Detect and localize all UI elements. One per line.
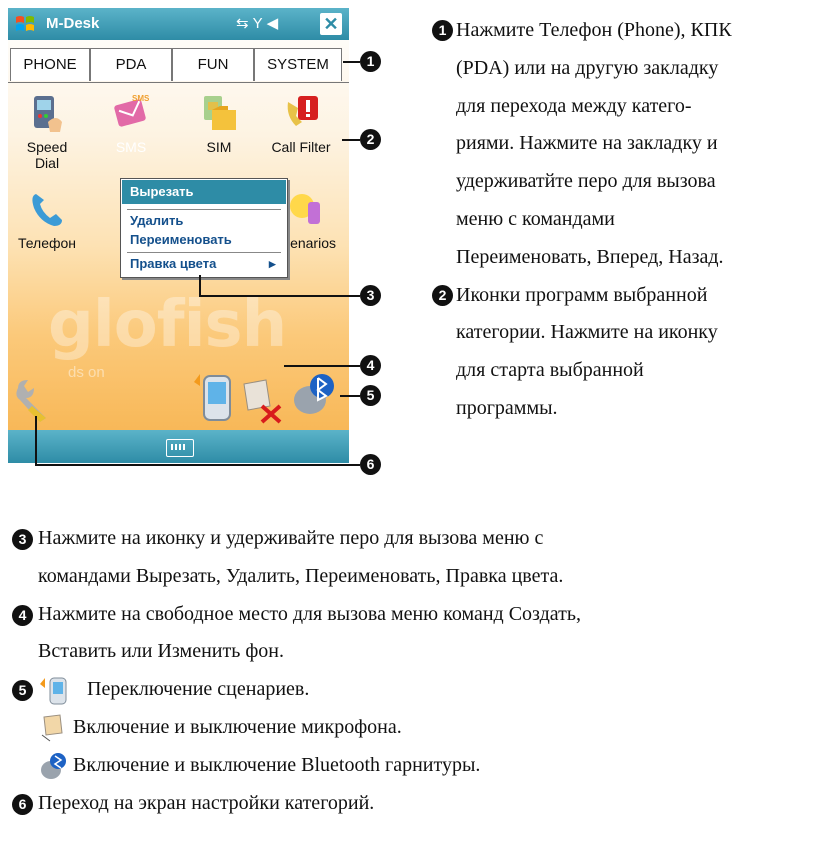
app-label: SIM	[206, 139, 232, 155]
close-button[interactable]: ✕	[320, 13, 342, 35]
scenarios-icon	[290, 194, 320, 224]
description-item: Включение и выключение микрофона.	[12, 709, 822, 747]
text-line: Переход на экран настройки категорий.	[38, 791, 375, 814]
volume-icon[interactable]: ◀	[267, 15, 283, 32]
menu-item-cut[interactable]: Вырезать	[122, 180, 286, 204]
call-filter-icon	[287, 96, 318, 126]
app-title: M-Desk	[46, 15, 100, 32]
callout-number: 6	[360, 454, 381, 475]
item-number: 4	[12, 604, 33, 626]
app-sim[interactable]: SIM	[184, 92, 254, 155]
callout-number: 1	[360, 51, 381, 72]
title-bar: M-Desk ⇆Y◀ ✕	[8, 8, 349, 40]
tab-system[interactable]: SYSTEM	[254, 48, 342, 81]
context-menu: Вырезать Удалить Переименовать Правка цв…	[120, 178, 288, 278]
callout-number: 2	[360, 129, 381, 150]
bluetooth-headset-icon	[41, 753, 66, 780]
item-number: 2	[432, 284, 453, 306]
watermark-sub: ds on	[68, 364, 105, 381]
text-line: программы.	[456, 396, 558, 419]
app-label: Телефон	[17, 235, 77, 251]
scenario-switch-icon[interactable]	[190, 370, 238, 424]
text-line: категории. Нажмите на иконку	[456, 321, 718, 344]
callout-number: 5	[360, 385, 381, 406]
app-label: SMS	[115, 139, 147, 155]
app-label: Call Filter	[271, 139, 331, 155]
description-item: 5 Переключение сценариев.	[12, 671, 822, 709]
app-label: Dial	[34, 155, 60, 171]
category-tabs: PHONE PDA FUN SYSTEM	[8, 48, 349, 83]
text-line: Включение и выключение Bluetooth гарниту…	[73, 753, 481, 776]
submenu-arrow-icon: ▸	[269, 256, 276, 271]
sim-icon	[204, 96, 236, 130]
text-line: риями. Нажмите на закладку и	[456, 132, 718, 155]
text-line: командами Вырезать, Удалить, Переименова…	[38, 564, 564, 587]
text-line: Переименовать, Вперед, Назад.	[456, 245, 724, 268]
text-line: Нажмите на иконку и удерживайте перо для…	[38, 527, 544, 549]
sms-icon: SMS	[114, 94, 150, 127]
item-number: 1	[432, 20, 453, 41]
description-item: 4 Нажмите на свободное место для вызова …	[12, 596, 822, 634]
text-line: Нажмите на свободное место для вызова ме…	[38, 602, 581, 625]
windows-start-icon[interactable]	[14, 13, 36, 35]
watermark: glofish	[48, 288, 287, 362]
menu-item-edit-color[interactable]: Правка цвета	[130, 256, 216, 271]
menu-divider	[127, 252, 281, 253]
text-line: Нажмите Телефон (Phone), КПК	[456, 19, 732, 41]
bottom-description: 3 Нажмите на иконку и удерживайте перо д…	[12, 520, 822, 822]
description-item: 3 Нажмите на иконку и удерживайте перо д…	[12, 520, 822, 558]
microphone-icon[interactable]	[240, 378, 284, 424]
bluetooth-headset-icon[interactable]	[288, 370, 336, 422]
item-number: 5	[12, 680, 33, 702]
text-line: (PDA) или на другую закладку	[456, 56, 719, 79]
description-item: 6 Переход на экран настройки категорий.	[12, 785, 822, 823]
app-label: Speed	[26, 139, 68, 155]
text-line: для перехода между катего-	[456, 94, 692, 117]
microphone-icon	[41, 714, 63, 742]
text-line: удерживатйте перо для вызова	[456, 170, 716, 193]
menu-item-delete[interactable]: Удалить	[130, 213, 183, 228]
description-item: 2 Иконки программ выбранной категории. Н…	[432, 277, 824, 428]
svg-text:SMS: SMS	[132, 94, 150, 103]
connectivity-icon[interactable]: ⇆	[236, 15, 253, 32]
keyboard-icon[interactable]	[166, 439, 194, 457]
app-call-filter[interactable]: Call Filter	[266, 92, 336, 155]
menu-item-rename[interactable]: Переименовать	[130, 232, 232, 247]
tab-fun[interactable]: FUN	[172, 48, 254, 81]
app-sms[interactable]: SMS SMS	[96, 92, 166, 155]
tab-pda[interactable]: PDA	[90, 48, 172, 81]
bottom-bar	[8, 430, 349, 463]
callout-number: 3	[360, 285, 381, 306]
item-number: 6	[12, 793, 33, 815]
app-speed-dial[interactable]: Speed Dial	[12, 92, 82, 171]
wrench-icon[interactable]	[12, 378, 62, 424]
status-icons: ⇆Y◀	[236, 14, 282, 32]
text-line: меню с командами	[456, 207, 615, 230]
text-line: для старта выбранной	[456, 359, 644, 382]
text-line: Вставить или Изменить фон.	[38, 640, 284, 663]
speed-dial-icon	[34, 96, 62, 132]
description-item: 1 Нажмите Телефон (Phone), КПК (PDA) или…	[432, 12, 824, 277]
signal-icon[interactable]: Y	[253, 15, 267, 32]
app-phone[interactable]: Телефон	[12, 188, 82, 251]
item-number: 3	[12, 529, 33, 550]
tab-phone[interactable]: PHONE	[10, 48, 90, 81]
callout-number: 4	[360, 355, 381, 376]
phone-icon	[32, 194, 62, 226]
right-description: 1 Нажмите Телефон (Phone), КПК (PDA) или…	[432, 12, 824, 428]
menu-divider	[127, 209, 281, 210]
text-line: Включение и выключение микрофона.	[73, 715, 402, 738]
device-screenshot: M-Desk ⇆Y◀ ✕ PHONE PDA FUN SYSTEM Speed …	[8, 8, 349, 463]
text-line: Переключение сценариев.	[87, 678, 310, 701]
description-item: Включение и выключение Bluetooth гарниту…	[12, 747, 822, 785]
scenario-switch-icon	[40, 677, 67, 705]
text-line: Иконки программ выбранной	[456, 283, 708, 306]
